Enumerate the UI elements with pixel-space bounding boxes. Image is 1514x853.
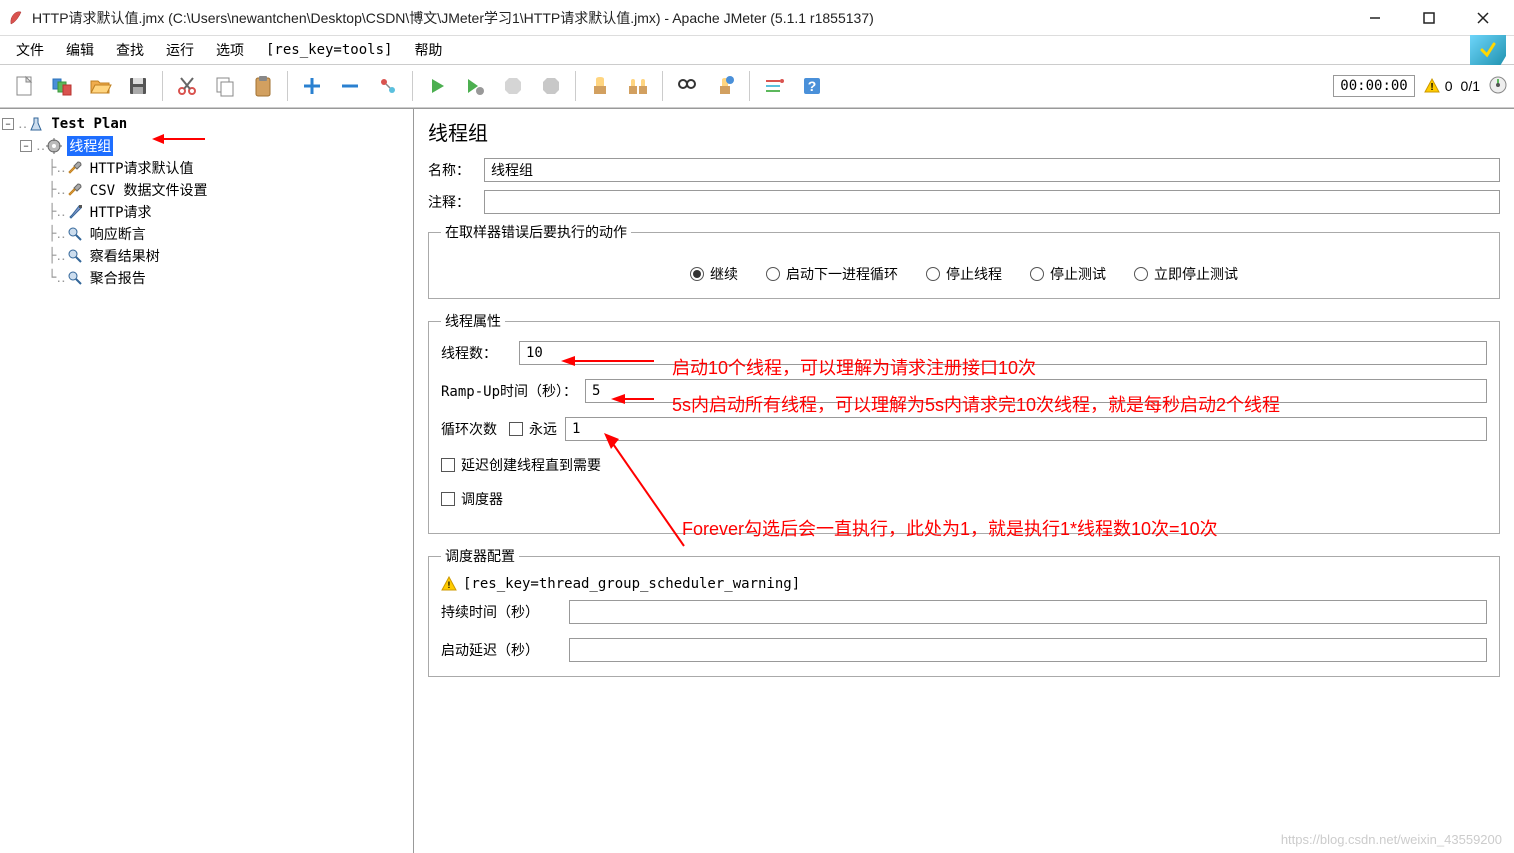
scheduler-config-legend: 调度器配置 — [441, 546, 519, 566]
name-label: 名称： — [428, 160, 484, 180]
comment-label: 注释： — [428, 192, 484, 212]
svg-text:!: ! — [1430, 82, 1433, 93]
tree-thread-group[interactable]: − ‥ 线程组 — [2, 135, 411, 157]
threads-label: 线程数： — [441, 343, 511, 363]
content-panel: 线程组 名称： 注释： 在取样器错误后要执行的动作 继续 启动下一进程循环 停止… — [414, 109, 1514, 853]
scheduler-warning-text: [res_key=thread_group_scheduler_warning] — [463, 576, 800, 592]
tree-http-defaults[interactable]: ├‥ HTTP请求默认值 — [2, 157, 411, 179]
comment-input[interactable] — [484, 190, 1500, 214]
start-button[interactable] — [419, 68, 455, 104]
start-no-pause-button[interactable] — [457, 68, 493, 104]
toolbar: ? 00:00:00 ! 0 0/1 — [0, 64, 1514, 108]
warning-icon: ! — [441, 576, 457, 592]
clear-all-button[interactable] — [620, 68, 656, 104]
duration-input[interactable] — [569, 600, 1487, 624]
expand-button[interactable] — [294, 68, 330, 104]
tree-response-assertion[interactable]: ├‥ 响应断言 — [2, 223, 411, 245]
delay-input[interactable] — [569, 638, 1487, 662]
menu-help[interactable]: 帮助 — [404, 37, 452, 63]
cut-button[interactable] — [169, 68, 205, 104]
reset-search-button[interactable] — [707, 68, 743, 104]
name-input[interactable] — [484, 158, 1500, 182]
tree-panel[interactable]: − ‥ Test Plan − ‥ 线程组 ├‥ HTTP请求默认值 ├‥ — [0, 109, 414, 853]
save-button[interactable] — [120, 68, 156, 104]
collapse-icon[interactable]: − — [2, 118, 14, 130]
radio-stop-thread[interactable]: 停止线程 — [926, 264, 1002, 284]
scheduler-checkbox[interactable]: 调度器 — [441, 489, 1487, 509]
beaker-icon — [27, 115, 45, 133]
threads-input[interactable] — [519, 341, 1487, 365]
help-button[interactable]: ? — [794, 68, 830, 104]
window-title: HTTP请求默认值.jmx (C:\Users\newantchen\Deskt… — [32, 8, 1352, 28]
delay-create-checkbox[interactable]: 延迟创建线程直到需要 — [441, 455, 1487, 475]
shutdown-button[interactable] — [533, 68, 569, 104]
loop-input[interactable] — [565, 417, 1487, 441]
dropper-icon — [66, 203, 84, 221]
menu-search[interactable]: 查找 — [106, 37, 154, 63]
loop-label: 循环次数 — [441, 419, 501, 439]
new-button[interactable] — [6, 68, 42, 104]
titlebar: HTTP请求默认值.jmx (C:\Users\newantchen\Deskt… — [0, 0, 1514, 36]
error-action-legend: 在取样器错误后要执行的动作 — [441, 222, 631, 242]
open-button[interactable] — [82, 68, 118, 104]
scheduler-config-fieldset: 调度器配置 ! [res_key=thread_group_scheduler_… — [428, 546, 1500, 677]
menubar: 文件 编辑 查找 运行 选项 [res_key=tools] 帮助 — [0, 36, 1514, 64]
menu-tools[interactable]: [res_key=tools] — [256, 39, 402, 61]
thread-props-fieldset: 线程属性 线程数： Ramp-Up时间（秒）： 循环次数 永远 延迟创建线程直到… — [428, 311, 1500, 534]
wrench-icon — [66, 159, 84, 177]
maximize-button[interactable] — [1406, 3, 1452, 33]
tree-view-results[interactable]: ├‥ 察看结果树 — [2, 245, 411, 267]
magnifier-icon — [66, 225, 84, 243]
clear-button[interactable] — [582, 68, 618, 104]
menu-run[interactable]: 运行 — [156, 37, 204, 63]
gauge-icon — [1488, 75, 1508, 98]
radio-stop-now[interactable]: 立即停止测试 — [1134, 264, 1238, 284]
thread-count: 0/1 — [1461, 78, 1480, 94]
thread-props-legend: 线程属性 — [441, 311, 505, 331]
menu-edit[interactable]: 编辑 — [56, 37, 104, 63]
close-button[interactable] — [1460, 3, 1506, 33]
csdn-badge-icon — [1470, 35, 1506, 65]
function-helper-button[interactable] — [756, 68, 792, 104]
forever-checkbox[interactable]: 永远 — [509, 419, 557, 439]
tree-summary-report[interactable]: └‥ 聚合报告 — [2, 267, 411, 289]
magnifier-icon — [66, 269, 84, 287]
duration-label: 持续时间（秒） — [441, 602, 561, 622]
toggle-button[interactable] — [370, 68, 406, 104]
tree-csv-config[interactable]: ├‥ CSV 数据文件设置 — [2, 179, 411, 201]
panel-title: 线程组 — [428, 117, 1500, 146]
rampup-input[interactable] — [585, 379, 1487, 403]
magnifier-icon — [66, 247, 84, 265]
menu-options[interactable]: 选项 — [206, 37, 254, 63]
tree-test-plan[interactable]: − ‥ Test Plan — [2, 113, 411, 135]
stop-button[interactable] — [495, 68, 531, 104]
watermark: https://blog.csdn.net/weixin_43559200 — [1281, 832, 1502, 847]
delay-label: 启动延迟（秒） — [441, 640, 561, 660]
jmeter-logo-icon — [8, 10, 24, 26]
error-indicator: ! 0 — [1423, 77, 1453, 95]
svg-text:?: ? — [808, 78, 817, 94]
gear-icon — [45, 137, 63, 155]
rampup-label: Ramp-Up时间（秒）： — [441, 381, 577, 401]
wrench-icon — [66, 181, 84, 199]
error-count: 0 — [1445, 78, 1453, 94]
radio-stop-test[interactable]: 停止测试 — [1030, 264, 1106, 284]
templates-button[interactable] — [44, 68, 80, 104]
tree-http-request[interactable]: ├‥ HTTP请求 — [2, 201, 411, 223]
collapse-button[interactable] — [332, 68, 368, 104]
radio-next-loop[interactable]: 启动下一进程循环 — [766, 264, 898, 284]
radio-continue[interactable]: 继续 — [690, 264, 738, 284]
elapsed-time: 00:00:00 — [1333, 75, 1414, 97]
svg-text:!: ! — [446, 581, 451, 591]
error-action-fieldset: 在取样器错误后要执行的动作 继续 启动下一进程循环 停止线程 停止测试 立即停止… — [428, 222, 1500, 299]
paste-button[interactable] — [245, 68, 281, 104]
collapse-icon[interactable]: − — [20, 140, 32, 152]
minimize-button[interactable] — [1352, 3, 1398, 33]
copy-button[interactable] — [207, 68, 243, 104]
menu-file[interactable]: 文件 — [6, 37, 54, 63]
search-button[interactable] — [669, 68, 705, 104]
